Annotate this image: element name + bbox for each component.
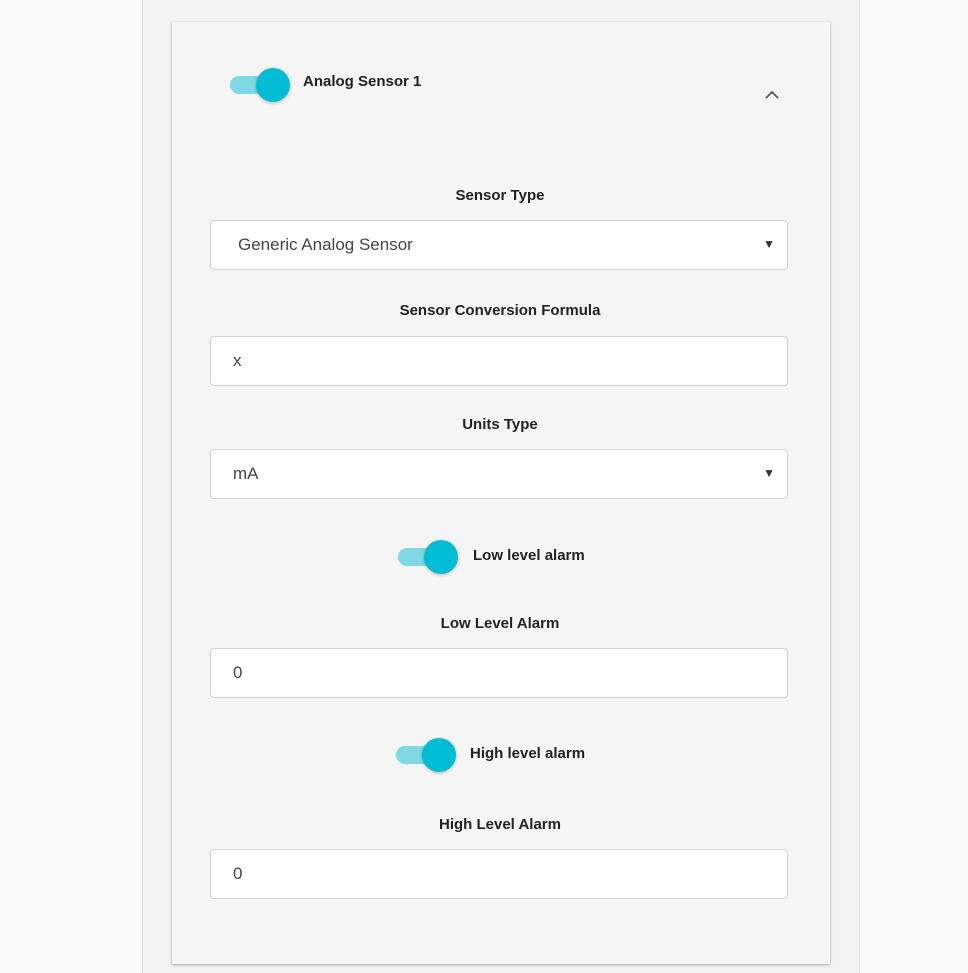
sensor-title: Analog Sensor 1 (303, 73, 422, 90)
sensor-type-label: Sensor Type (455, 187, 545, 204)
toggle-thumb (256, 68, 290, 102)
toggle-thumb (422, 738, 456, 772)
high-level-alarm-toggle[interactable] (396, 737, 456, 772)
chevron-up-icon[interactable] (762, 85, 782, 105)
high-level-alarm-label: High Level Alarm (439, 816, 561, 833)
low-level-alarm-label: Low Level Alarm (440, 615, 560, 632)
sensor-type-value: Generic Analog Sensor (238, 235, 413, 254)
high-level-alarm-value: 0 (233, 864, 243, 883)
toggle-thumb (424, 540, 458, 574)
conversion-formula-input[interactable]: x (210, 336, 788, 386)
high-level-alarm-input[interactable]: 0 (210, 849, 788, 899)
high-level-alarm-toggle-label: High level alarm (470, 745, 586, 762)
low-level-alarm-toggle[interactable] (398, 539, 458, 574)
units-type-label: Units Type (462, 416, 538, 433)
low-level-alarm-input[interactable]: 0 (210, 648, 788, 698)
low-level-alarm-value: 0 (233, 663, 243, 682)
caret-down-icon: ▼ (763, 237, 775, 251)
units-type-value: mA (233, 464, 259, 483)
caret-down-icon: ▼ (763, 466, 775, 480)
low-level-alarm-toggle-label: Low level alarm (473, 547, 585, 564)
sensor-enable-toggle[interactable] (230, 67, 290, 102)
sensor-type-select[interactable]: Generic Analog Sensor ▼ (210, 220, 788, 270)
conversion-formula-label: Sensor Conversion Formula (399, 302, 601, 319)
conversion-formula-value: x (233, 351, 242, 370)
units-type-select[interactable]: mA ▼ (210, 449, 788, 499)
